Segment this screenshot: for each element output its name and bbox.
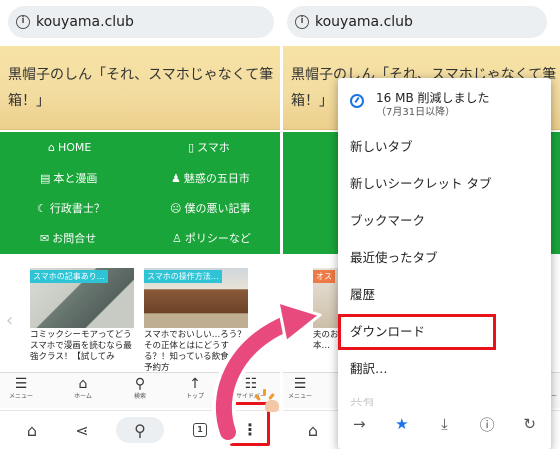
- refresh-icon[interactable]: ↻: [515, 415, 545, 433]
- home-icon: ⌂: [78, 376, 88, 392]
- article-card[interactable]: スマホの記事あり… コミックシーモアってどうスマホで漫画を読むなら最強クラス！【…: [30, 268, 134, 372]
- nav-label: 本と漫画: [53, 172, 98, 185]
- nav-label: 行政書士？: [49, 202, 105, 215]
- bottom-nav-menu[interactable]: ☰ メニュー: [0, 375, 46, 401]
- phone-icon: ▯: [188, 140, 195, 154]
- tap-ray: [263, 389, 266, 396]
- site-banner[interactable]: 黒帽子のしん「それ、スマホじゃなくて筆箱！」: [0, 46, 280, 130]
- nav-label: 僕の悪い記事: [184, 202, 251, 215]
- search-icon: ⚲: [134, 376, 146, 392]
- home-button[interactable]: ⌂: [20, 417, 44, 443]
- nav-label: 魅惑の五日市: [183, 172, 250, 185]
- left-screenshot: i kouyama.club 黒帽子のしん「それ、スマホじゃなくて筆箱！」 ⌂ …: [0, 0, 280, 449]
- mail-icon: ✉: [40, 231, 50, 245]
- hand-shape: [265, 400, 279, 412]
- data-saver-subtitle: （7月31日以降）: [376, 107, 456, 118]
- url-bar[interactable]: i kouyama.club: [287, 6, 547, 38]
- hamburger-icon: ☰: [14, 376, 28, 392]
- nav-item-home[interactable]: ⌂ HOME: [48, 132, 91, 162]
- site-title: 黒帽子のしん「それ、スマホじゃなくて筆箱！」: [8, 67, 274, 109]
- url-text: kouyama.club: [36, 14, 134, 30]
- share-button[interactable]: ⋖: [70, 417, 94, 443]
- data-saver-gauge-icon: [350, 94, 364, 108]
- nav-label: スマホ: [197, 141, 230, 154]
- info-icon[interactable]: ⓘ: [472, 414, 502, 435]
- home-icon: ⌂: [48, 140, 55, 154]
- person-icon: ♙: [172, 231, 182, 245]
- moon-icon: ☾: [37, 201, 47, 215]
- search-button[interactable]: ⚲: [116, 417, 164, 443]
- article-category-tag: オス: [313, 270, 335, 283]
- download-icon[interactable]: ⤓: [429, 415, 459, 433]
- article-category-tag: スマホの記事あり…: [30, 270, 108, 283]
- data-saver-title: 16 MB 削減しました: [376, 91, 490, 105]
- nav-label: お問合せ: [52, 232, 97, 245]
- menu-icon-row: → ★ ⤓ ⓘ ↻: [338, 404, 551, 444]
- site-nav: ⌂ HOME ▯ スマホ ▤ 本と漫画 ♟ 魅惑の五日市 ☾ 行政書士？ ☹ 僕…: [0, 132, 280, 254]
- url-text: kouyama.club: [315, 14, 413, 30]
- menu-item-new-incognito-tab[interactable]: 新しいシークレット タブ: [350, 175, 491, 193]
- nav-item-contact[interactable]: ✉ お問合せ: [40, 223, 96, 253]
- data-saver-summary[interactable]: 16 MB 削減しました （7月31日以降）: [338, 84, 551, 128]
- bottom-nav-label: ホーム: [74, 393, 92, 400]
- menu-item-bookmarks[interactable]: ブックマーク: [350, 212, 425, 230]
- document-icon: ▤: [40, 171, 51, 185]
- article-carousel: ‹ スマホの記事あり… コミックシーモアってどうスマホで漫画を読むなら最強クラス…: [0, 264, 280, 373]
- nav-label: HOME: [57, 140, 92, 154]
- bottom-nav-label: メニュー: [8, 393, 33, 400]
- share-icon: ⋖: [75, 420, 89, 440]
- article-title: スマホでおいしい…ろう？その正体とはにどうする？！知っている飲食店の予約方: [144, 330, 246, 373]
- person-icon: ♟: [171, 171, 181, 185]
- bottom-nav-home[interactable]: ⌂ ホーム: [58, 375, 108, 401]
- bottom-nav-menu[interactable]: ☰ メニュー: [283, 375, 325, 401]
- tab-switcher-button[interactable]: 1: [188, 417, 212, 443]
- star-icon[interactable]: ★: [387, 415, 417, 433]
- home-button[interactable]: ⌂: [301, 417, 325, 443]
- chevron-left-icon[interactable]: ‹: [6, 310, 13, 331]
- nav-label: ポリシーなど: [184, 232, 251, 245]
- browser-overflow-menu: 16 MB 削減しました （7月31日以降） 新しいタブ 新しいシークレット タ…: [338, 78, 551, 449]
- url-bar[interactable]: i kouyama.club: [8, 6, 274, 38]
- tap-hand-icon: [253, 388, 280, 414]
- tap-ray: [254, 393, 261, 402]
- nav-item-policy[interactable]: ♙ ポリシーなど: [172, 223, 251, 253]
- bottom-nav-top[interactable]: ↑ トップ: [170, 375, 220, 401]
- menu-item-recent-tabs[interactable]: 最近使ったタブ: [350, 249, 438, 267]
- hamburger-icon: ☰: [293, 376, 307, 392]
- nav-item-itsukaichi[interactable]: ♟ 魅惑の五日市: [171, 163, 250, 193]
- article-thumbnail: スマホの操作方法…: [144, 268, 248, 328]
- right-screenshot: i kouyama.club 黒帽子のしん「それ、スマホじゃなくて筆箱！」 › …: [283, 0, 560, 449]
- tab-count: 1: [193, 423, 207, 437]
- search-icon: ⚲: [134, 420, 146, 440]
- menu-scroll-fade: [338, 378, 551, 398]
- menu-item-translate[interactable]: 翻訳…: [350, 360, 388, 378]
- menu-item-history[interactable]: 履歴: [350, 286, 375, 304]
- info-icon[interactable]: i: [16, 15, 30, 29]
- home-icon: ⌂: [307, 420, 319, 440]
- bottom-nav-label: メニュー: [287, 393, 312, 400]
- forward-arrow-icon[interactable]: →: [344, 415, 374, 433]
- article-card[interactable]: スマホの操作方法… スマホでおいしい…ろう？その正体とはにどうする？！知っている…: [144, 268, 248, 373]
- info-icon[interactable]: i: [295, 15, 309, 29]
- nav-item-smartphone[interactable]: ▯ スマホ: [188, 132, 230, 162]
- nav-item-gyosei[interactable]: ☾ 行政書士？: [37, 193, 105, 223]
- menu-item-new-tab[interactable]: 新しいタブ: [350, 138, 413, 156]
- home-icon: ⌂: [26, 420, 38, 440]
- downloads-highlight: [338, 314, 496, 350]
- article-title: コミックシーモアってどうスマホで漫画を読むなら最強クラス！【試してみ: [30, 330, 132, 362]
- article-category-tag: スマホの操作方法…: [144, 270, 222, 283]
- bottom-nav-search[interactable]: ⚲ 検索: [115, 375, 165, 401]
- nav-item-books[interactable]: ▤ 本と漫画: [40, 163, 97, 193]
- bottom-nav-label: トップ: [185, 393, 204, 400]
- arrow-up-icon: ↑: [189, 376, 201, 392]
- article-thumbnail: スマホの記事あり…: [30, 268, 134, 328]
- bottom-nav-label: 検索: [133, 393, 146, 400]
- nav-item-bad-articles[interactable]: ☹ 僕の悪い記事: [170, 193, 250, 223]
- frown-icon: ☹: [170, 201, 182, 215]
